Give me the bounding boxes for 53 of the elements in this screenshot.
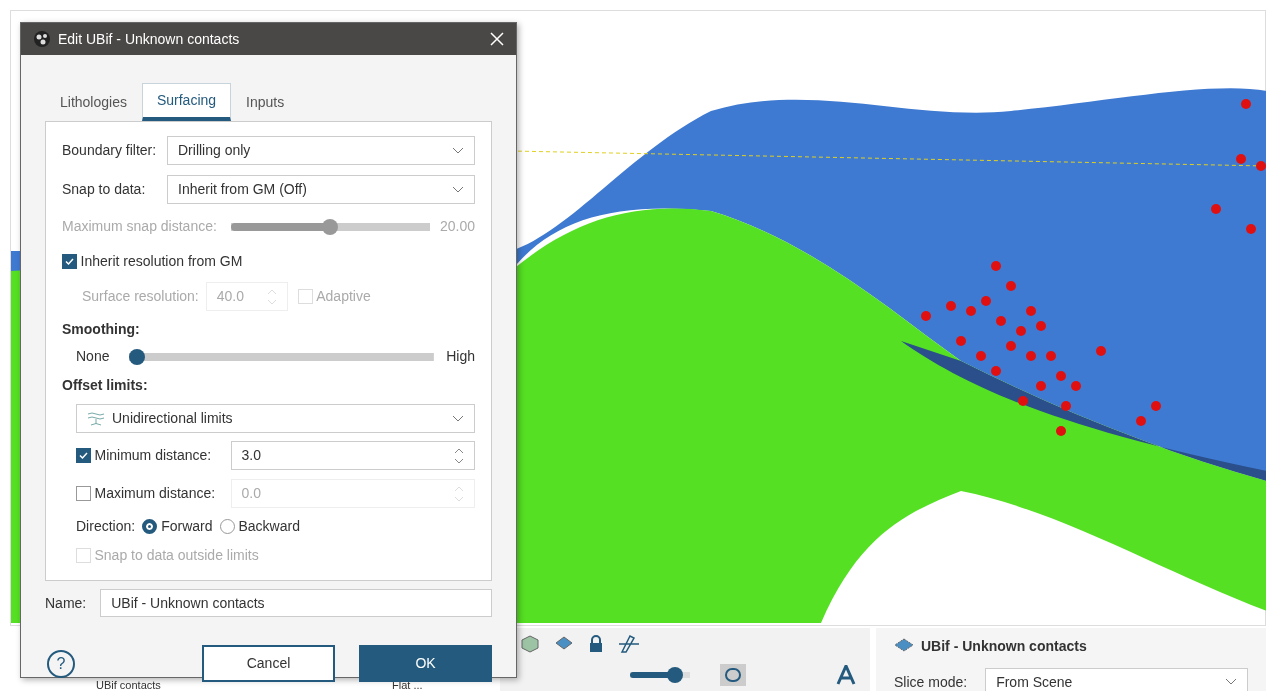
radio-button[interactable] bbox=[219, 519, 235, 534]
slider-thumb[interactable] bbox=[129, 348, 146, 365]
slice-icon[interactable] bbox=[618, 634, 640, 654]
spinner-arrows-icon[interactable] bbox=[454, 446, 464, 465]
lock-icon[interactable] bbox=[588, 635, 604, 653]
radio-button[interactable] bbox=[142, 519, 158, 534]
checkbox-label: Snap to data outside limits bbox=[94, 546, 259, 565]
chevron-down-icon bbox=[452, 146, 464, 155]
checkbox-label: Maximum distance: bbox=[94, 484, 217, 503]
field-label: Surface resolution: bbox=[82, 287, 199, 306]
snap-to-data-dropdown[interactable]: Inherit from GM (Off) bbox=[167, 175, 475, 204]
slider-thumb[interactable] bbox=[667, 667, 684, 683]
slice-mode-label: Slice mode: bbox=[894, 672, 968, 691]
panel-title: UBif - Unknown contacts bbox=[921, 636, 1087, 656]
close-icon[interactable] bbox=[490, 32, 504, 46]
tab[interactable]: Inputs bbox=[231, 83, 300, 121]
app-logo-icon bbox=[33, 30, 51, 48]
number-field[interactable]: 3.0 bbox=[230, 441, 475, 470]
offset-limits-dropdown[interactable]: Unidirectional limits bbox=[76, 404, 475, 433]
window-title: Edit UBif - Unknown contacts bbox=[58, 29, 240, 49]
waves-icon bbox=[87, 410, 105, 427]
cancel-button[interactable]: Cancel bbox=[202, 645, 335, 682]
section-heading: Smoothing: bbox=[62, 320, 140, 339]
field-label: Maximum snap distance: bbox=[62, 217, 217, 236]
checkbox-label: Minimum distance: bbox=[94, 446, 213, 465]
field-label: Boundary filter: bbox=[62, 141, 158, 160]
section-heading: Offset limits: bbox=[62, 376, 148, 395]
slider-min-label: None bbox=[76, 347, 110, 366]
tab[interactable]: Lithologies bbox=[45, 83, 142, 121]
slider-value: 20.00 bbox=[439, 217, 475, 236]
boundary-filter-dropdown[interactable]: Drilling only bbox=[167, 136, 475, 165]
cube-icon[interactable] bbox=[520, 634, 540, 654]
checkbox-label: Adaptive bbox=[316, 287, 371, 306]
field-label: Snap to data: bbox=[62, 180, 147, 199]
checkbox[interactable] bbox=[76, 448, 91, 463]
radio-label: Backward bbox=[238, 517, 300, 536]
ok-button[interactable]: OK bbox=[359, 645, 492, 682]
list-item-label[interactable]: UBif contacts bbox=[96, 679, 161, 691]
slice-mode-dropdown[interactable]: From Scene bbox=[985, 668, 1248, 691]
slider-max-label: High bbox=[446, 347, 475, 366]
checkbox[interactable] bbox=[62, 254, 77, 269]
name-label: Name: bbox=[45, 593, 87, 613]
help-button[interactable]: ? bbox=[47, 649, 75, 678]
radio-label: Forward bbox=[161, 517, 213, 536]
name-field[interactable]: UBif - Unknown contacts bbox=[100, 589, 492, 617]
text-style-icon[interactable] bbox=[836, 665, 856, 685]
checkbox-label: Inherit resolution from GM bbox=[80, 252, 243, 271]
tab[interactable]: Surfacing bbox=[141, 83, 232, 121]
chevron-down-icon bbox=[1225, 678, 1237, 686]
checkbox[interactable] bbox=[76, 486, 91, 501]
chevron-down-icon bbox=[452, 414, 464, 423]
chevron-down-icon bbox=[452, 185, 464, 194]
field-label: Direction: bbox=[76, 517, 136, 536]
